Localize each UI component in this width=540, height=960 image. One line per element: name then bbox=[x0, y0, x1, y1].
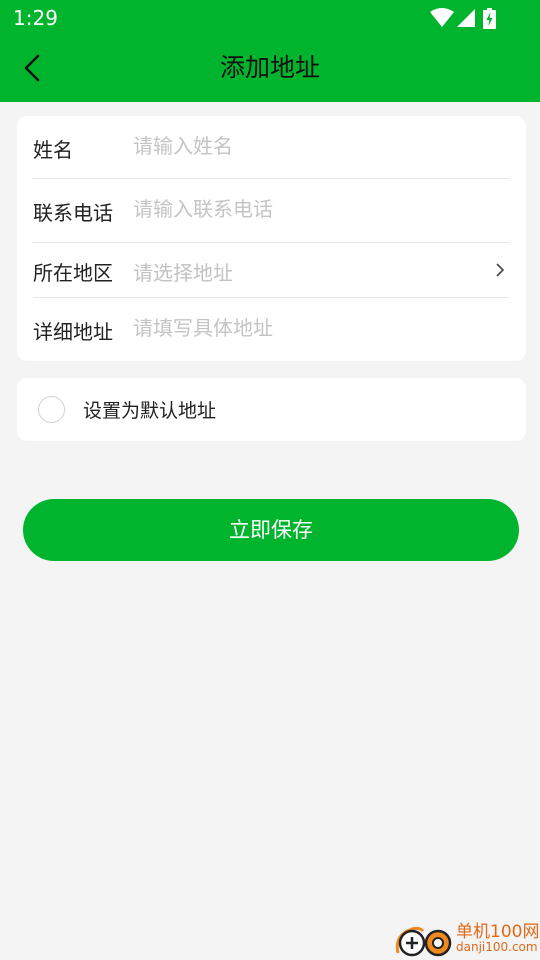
default-address-label: 设置为默认地址 bbox=[83, 400, 217, 422]
cellular-signal-icon bbox=[457, 9, 475, 27]
watermark-url: danji100.com bbox=[456, 940, 538, 954]
watermark-title: 单机100网 bbox=[456, 922, 540, 942]
name-input[interactable] bbox=[133, 134, 473, 158]
form-row-region[interactable]: 所在地区 请选择地址 bbox=[33, 243, 509, 298]
save-button[interactable]: 立即保存 bbox=[23, 499, 519, 561]
default-address-radio[interactable] bbox=[38, 396, 65, 423]
form-row-phone: 联系电话 bbox=[33, 179, 509, 243]
status-time: 1:29 bbox=[13, 6, 58, 30]
detail-label: 详细地址 bbox=[33, 320, 113, 344]
wifi-icon bbox=[430, 8, 454, 27]
address-form: 姓名 联系电话 所在地区 请选择地址 详细地址 bbox=[17, 116, 526, 361]
form-row-name: 姓名 bbox=[33, 116, 509, 179]
phone-input[interactable] bbox=[133, 197, 473, 221]
watermark-logo bbox=[395, 926, 452, 957]
form-row-detail: 详细地址 bbox=[33, 298, 509, 361]
page-title: 添加地址 bbox=[219, 53, 320, 82]
phone-label: 联系电话 bbox=[33, 201, 113, 225]
app-header: 1:29 添加地址 bbox=[0, 0, 540, 102]
region-selector[interactable]: 请选择地址 bbox=[133, 257, 473, 286]
name-label: 姓名 bbox=[33, 138, 73, 162]
chevron-right-icon bbox=[496, 263, 505, 277]
detail-input[interactable] bbox=[133, 316, 473, 340]
battery-charging-icon bbox=[483, 8, 496, 29]
region-label: 所在地区 bbox=[33, 261, 113, 285]
default-address-option[interactable]: 设置为默认地址 bbox=[17, 378, 526, 441]
status-bar: 1:29 bbox=[0, 0, 540, 36]
watermark: 单机100网 danji100.com bbox=[390, 915, 540, 960]
